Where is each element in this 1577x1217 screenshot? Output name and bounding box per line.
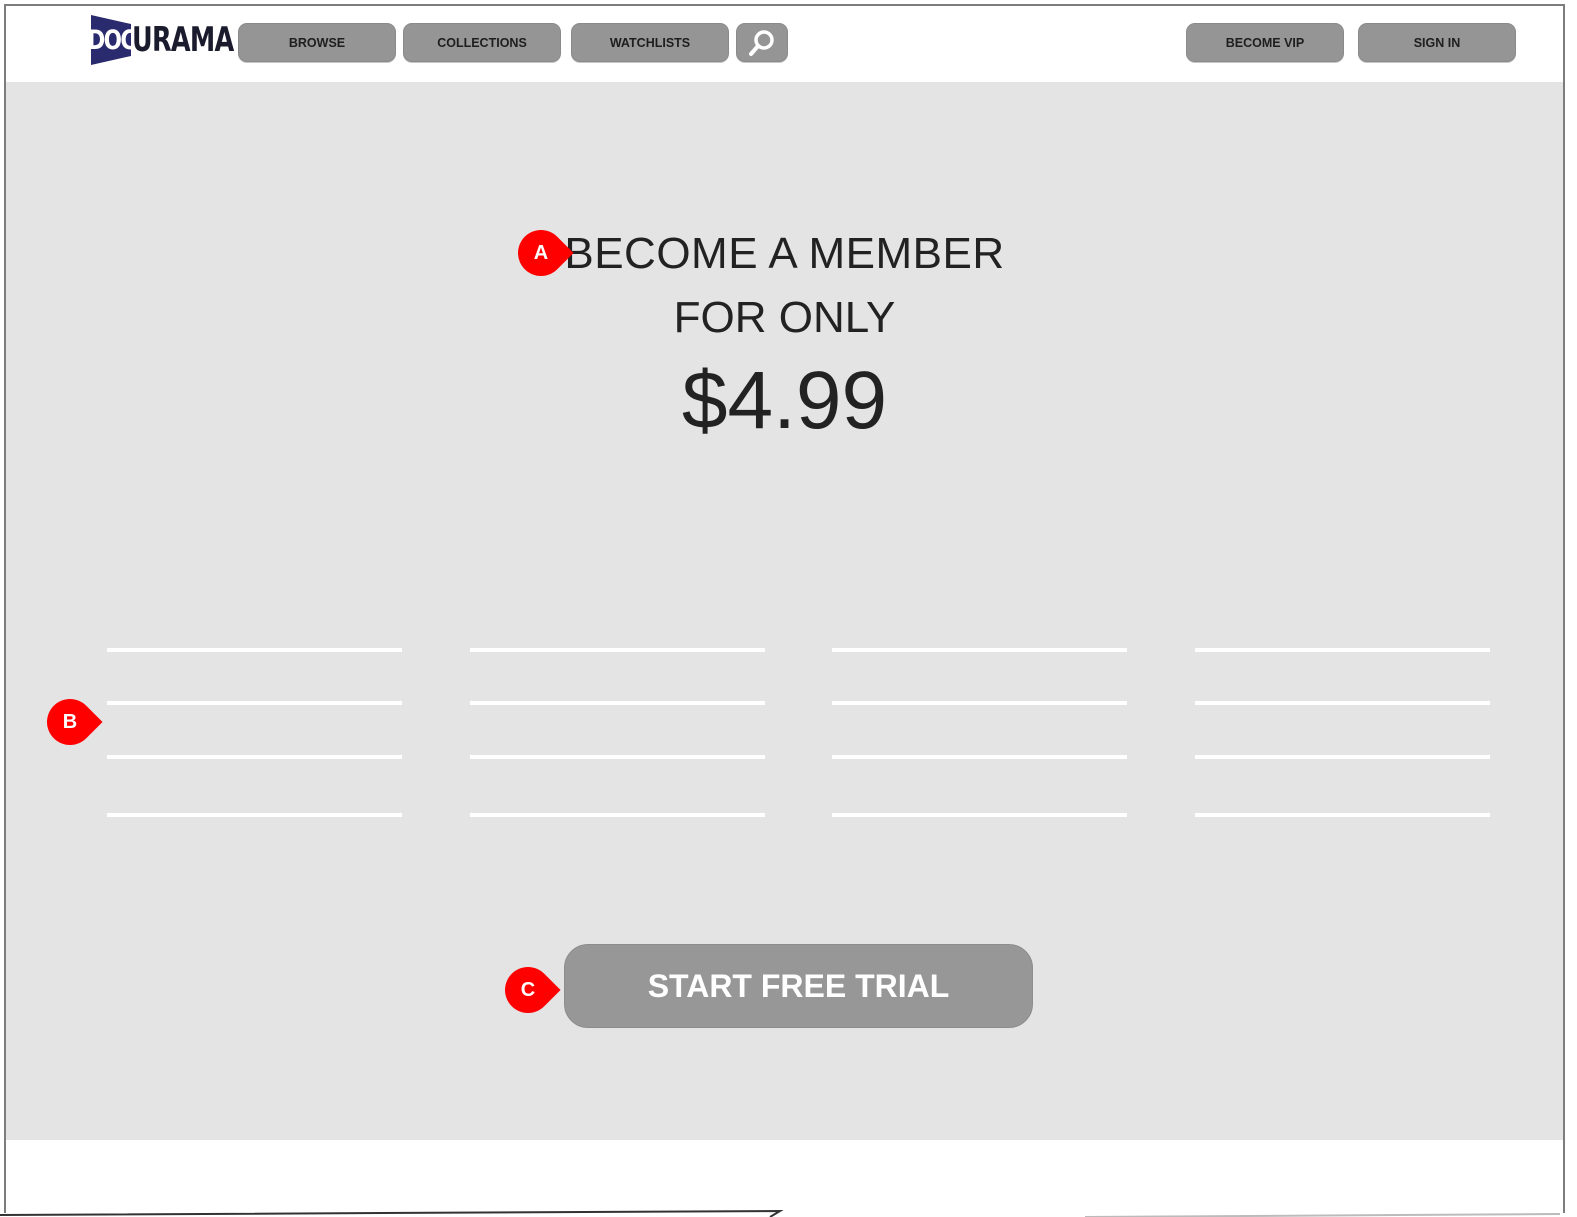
become-vip-label: BECOME VIP	[1225, 35, 1305, 50]
feature-placeholder-line	[832, 755, 1127, 759]
feature-placeholder-line	[1195, 755, 1490, 759]
feature-placeholder-line	[832, 813, 1127, 817]
feature-placeholder-line	[470, 648, 765, 652]
feature-placeholder-line	[470, 701, 765, 705]
nav-collections-label: COLLECTIONS	[437, 35, 527, 50]
membership-price: $4.99	[681, 355, 888, 446]
feature-placeholder-line	[1195, 813, 1490, 817]
feature-placeholder-line	[107, 701, 402, 705]
annotation-marker-a: A	[518, 230, 564, 276]
feature-placeholder-line	[1195, 701, 1490, 705]
search-icon	[749, 29, 774, 56]
become-vip-button[interactable]: BECOME VIP	[1186, 23, 1344, 62]
nav-watchlists-label: WATCHLISTS	[609, 35, 691, 50]
nav-browse-button[interactable]: BROWSE	[238, 23, 396, 62]
feature-placeholder-line	[107, 813, 402, 817]
nav-browse-label: BROWSE	[288, 35, 346, 50]
feature-placeholder-line	[107, 755, 402, 759]
annotation-marker-a-label: A	[533, 241, 549, 264]
bottom-edge-outline	[0, 1209, 1561, 1217]
annotation-marker-c-label: C	[520, 978, 536, 1001]
feature-placeholder-line	[470, 813, 765, 817]
feature-placeholder-line	[470, 755, 765, 759]
feature-placeholder-line	[107, 648, 402, 652]
annotation-marker-b: B	[47, 699, 93, 745]
start-free-trial-button[interactable]: START FREE TRIAL	[564, 944, 1033, 1028]
membership-hero: BECOME A MEMBER FOR ONLY $4.99 START FRE…	[6, 82, 1563, 1140]
top-navigation-bar: DOC URAMA BROWSE COLLECTIONS WATCHLISTS …	[6, 6, 1563, 82]
nav-collections-button[interactable]: COLLECTIONS	[403, 23, 561, 62]
feature-placeholder-line	[1195, 648, 1490, 652]
logo-flag: DOC	[91, 15, 131, 65]
annotation-marker-c: C	[505, 967, 551, 1013]
page-frame: DOC URAMA BROWSE COLLECTIONS WATCHLISTS …	[4, 4, 1565, 1213]
feature-placeholder-line	[832, 648, 1127, 652]
sign-in-button[interactable]: SIGN IN	[1358, 23, 1516, 62]
annotation-marker-b-label: B	[62, 710, 78, 733]
logo-text-doc: DOC	[87, 24, 135, 56]
search-button[interactable]	[736, 23, 788, 62]
headline-line-1: BECOME A MEMBER	[564, 229, 1005, 278]
start-free-trial-label: START FREE TRIAL	[647, 967, 950, 1004]
feature-placeholder-line	[832, 701, 1127, 705]
sign-in-label: SIGN IN	[1413, 35, 1461, 50]
nav-watchlists-button[interactable]: WATCHLISTS	[571, 23, 729, 62]
headline-line-2: FOR ONLY	[673, 293, 896, 342]
logo-text-urama: URAMA	[132, 20, 234, 60]
